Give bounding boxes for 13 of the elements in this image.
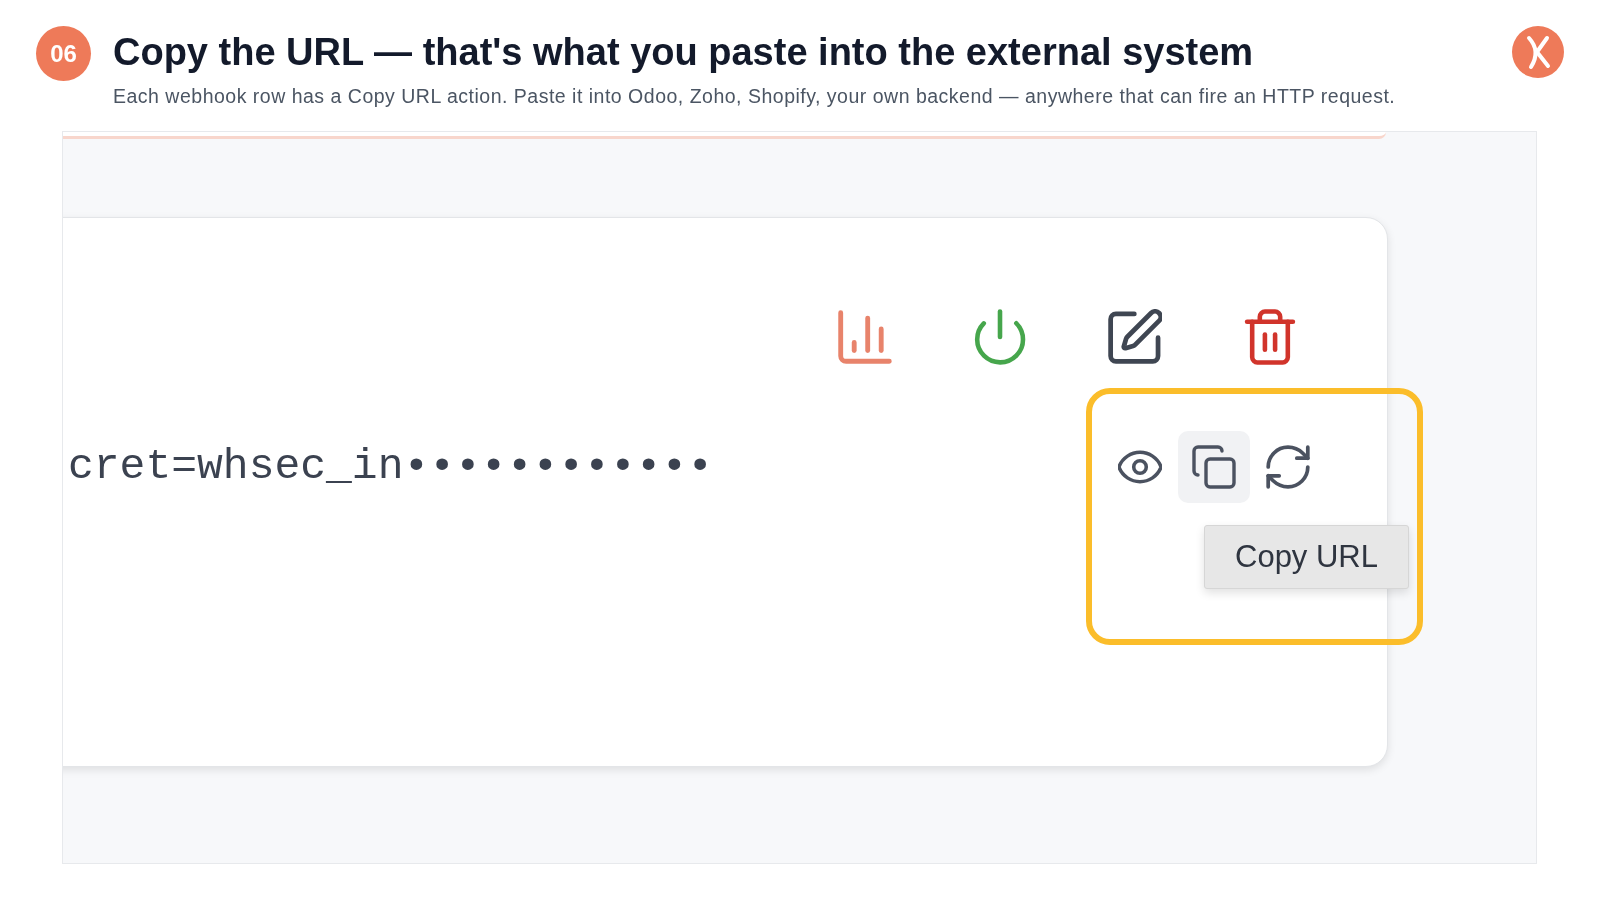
secret-value: cret=whsec_in••••••••••••: [68, 442, 714, 492]
trash-icon[interactable]: [1243, 309, 1297, 365]
copy-button[interactable]: [1178, 431, 1250, 503]
tooltip: Copy URL: [1204, 525, 1409, 589]
step-title: Copy the URL — that's what you paste into the external system: [113, 30, 1254, 74]
refresh-icon: [1266, 445, 1310, 489]
power-icon[interactable]: [973, 309, 1027, 365]
step-description: Each webhook row has a Copy URL action. Paste it into Odoo, Zoho, Shopify, your own backend — anywhere that can fire an HTTP request.: [113, 84, 1396, 108]
bar-chart-icon[interactable]: [838, 309, 892, 365]
step-number-badge: 06: [36, 26, 91, 81]
copy-icon: [1192, 445, 1236, 489]
logo-icon: [1512, 26, 1564, 78]
edit-icon[interactable]: [1108, 309, 1162, 365]
